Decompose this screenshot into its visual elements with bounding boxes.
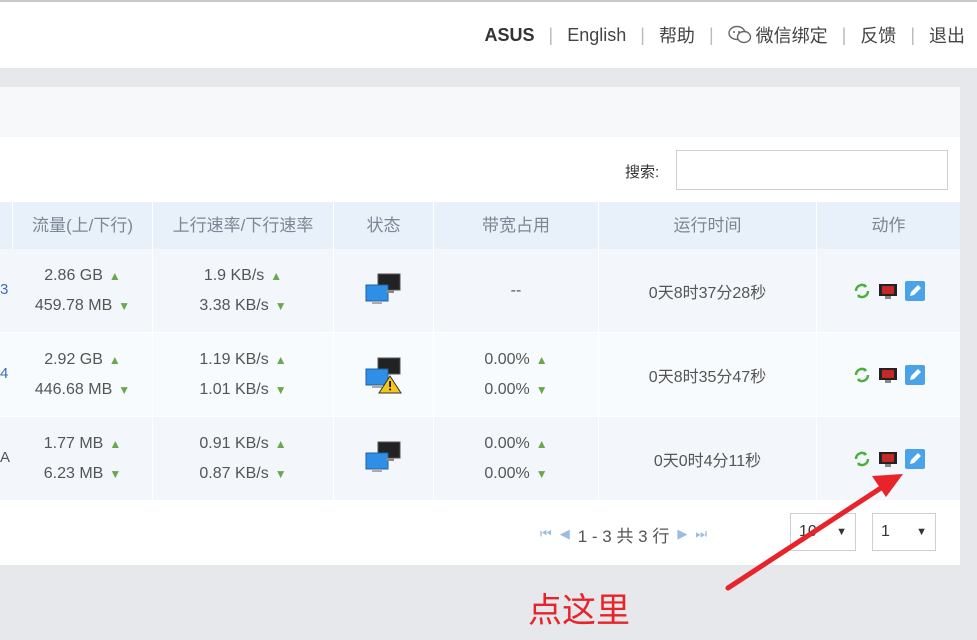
annotation-arrow [725, 474, 903, 591]
annotation-label: 点这里 [528, 591, 630, 631]
